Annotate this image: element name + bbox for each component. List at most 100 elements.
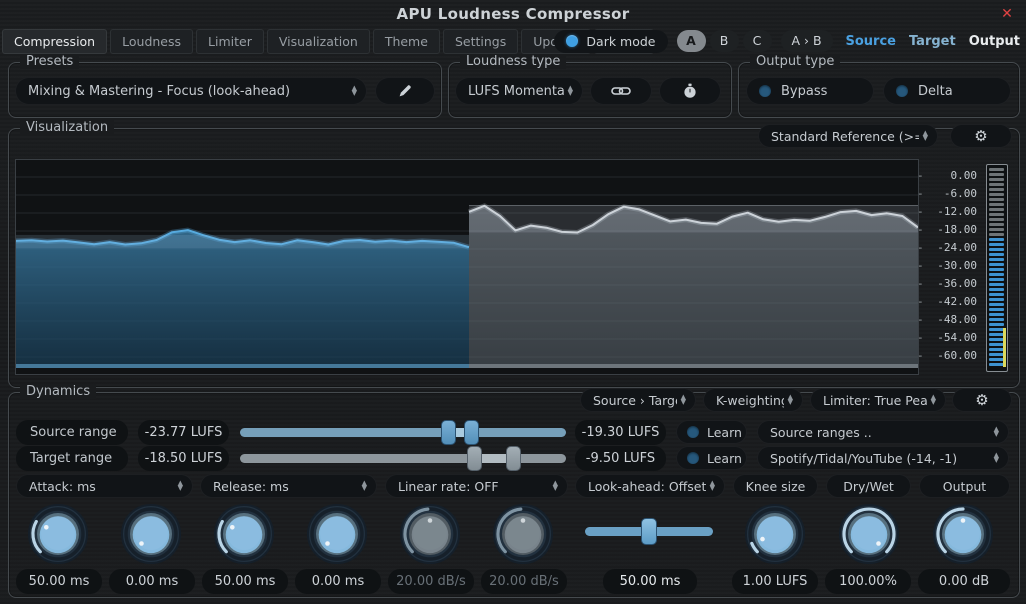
source-range-value[interactable]: -23.77 LUFS xyxy=(138,420,229,445)
stepper-down-icon[interactable]: ▼ xyxy=(994,458,999,463)
knob-value-2[interactable]: 50.00 ms xyxy=(202,569,288,594)
param-label: Dry/Wet xyxy=(827,479,910,494)
knob-value-8[interactable]: 0.00 dB xyxy=(918,569,1010,594)
dark-mode-toggle[interactable]: Dark mode xyxy=(554,30,667,53)
param-knee-size[interactable]: Knee size xyxy=(733,474,818,498)
stepper-down-icon[interactable]: ▼ xyxy=(568,91,573,96)
tab-theme[interactable]: Theme xyxy=(373,29,440,54)
knob-value-3[interactable]: 0.00 ms xyxy=(295,569,381,594)
knob-6[interactable] xyxy=(744,503,806,565)
knob-value-6[interactable]: 1.00 LUFS xyxy=(732,569,818,594)
stepper-icon[interactable]: ▲▼ xyxy=(927,395,945,405)
stepper-down-icon[interactable]: ▼ xyxy=(994,432,999,437)
stepper-icon[interactable]: ▲▼ xyxy=(564,86,582,96)
knob-3[interactable] xyxy=(306,503,368,565)
knob-4[interactable] xyxy=(399,503,461,565)
snapshot-a-button[interactable]: A xyxy=(677,30,706,52)
limiter-select[interactable]: Limiter: True Peak ▲▼ xyxy=(810,388,946,412)
link-button[interactable] xyxy=(590,77,652,105)
compress-mode-select[interactable]: Source › Target ▲▼ xyxy=(580,388,696,412)
knob-value-7[interactable]: 100.00% xyxy=(825,569,911,594)
slider-handle-1[interactable] xyxy=(467,446,482,471)
target-range-value[interactable]: -18.50 LUFS xyxy=(138,446,229,471)
stepper-icon[interactable]: ▲▼ xyxy=(706,481,724,491)
knob-7[interactable] xyxy=(838,503,900,565)
edit-preset-button[interactable] xyxy=(375,77,435,105)
snapshot-c-button[interactable]: C xyxy=(743,30,772,52)
weighting-select[interactable]: K-weighting ▲▼ xyxy=(703,388,803,412)
stepper-icon[interactable]: ▲▼ xyxy=(348,86,366,96)
streaming-preset-select[interactable]: Spotify/Tidal/YouTube (-14, -1) ▲▼ xyxy=(757,446,1009,470)
param-output[interactable]: Output xyxy=(919,474,1010,498)
source-range-slider[interactable] xyxy=(240,428,566,437)
monitor-output[interactable]: Output xyxy=(969,34,1020,49)
tab-settings[interactable]: Settings xyxy=(443,29,518,54)
source-learn-button[interactable]: Learn xyxy=(676,420,747,444)
target-current-value[interactable]: -9.50 LUFS xyxy=(575,446,666,471)
delta-toggle[interactable]: Delta xyxy=(883,77,1011,105)
knob-value-1[interactable]: 0.00 ms xyxy=(109,569,195,594)
timer-button[interactable] xyxy=(659,77,721,105)
knob-value-0[interactable]: 50.00 ms xyxy=(16,569,102,594)
lookahead-slider[interactable] xyxy=(585,527,713,536)
knob-8[interactable] xyxy=(932,503,994,565)
scale-tick-row: --6.00 xyxy=(917,187,979,201)
lookahead-value[interactable]: 50.00 ms xyxy=(603,569,697,594)
knob-2[interactable] xyxy=(213,503,275,565)
param-look-ahead-offset[interactable]: Look-ahead: Offset▲▼ xyxy=(575,474,725,498)
learn-radio-icon[interactable] xyxy=(687,426,699,438)
stepper-icon[interactable]: ▲▼ xyxy=(677,395,695,405)
stepper-icon[interactable]: ▲▼ xyxy=(919,131,937,141)
knob-1[interactable] xyxy=(120,503,182,565)
reference-select[interactable]: Standard Reference (>= -60) ▲▼ xyxy=(758,124,938,148)
slider-handle-1[interactable] xyxy=(441,420,456,445)
learn-radio-icon[interactable] xyxy=(687,452,699,464)
param-attack-ms[interactable]: Attack: ms▲▼ xyxy=(16,474,193,498)
dynamics-settings-button[interactable]: ⚙ xyxy=(952,388,1012,412)
close-icon[interactable]: ✕ xyxy=(998,5,1016,23)
stepper-icon[interactable]: ▲▼ xyxy=(990,427,1008,437)
preset-select[interactable]: Mixing & Mastering - Focus (look-ahead) … xyxy=(15,77,367,105)
stepper-icon[interactable]: ▲▼ xyxy=(784,395,802,405)
stepper-down-icon[interactable]: ▼ xyxy=(923,136,928,141)
slider-handle-2[interactable] xyxy=(506,446,521,471)
stepper-icon[interactable]: ▲▼ xyxy=(358,481,376,491)
delta-radio-icon[interactable] xyxy=(896,85,908,97)
source-current-value[interactable]: -19.30 LUFS xyxy=(575,420,666,445)
loudness-type-select[interactable]: LUFS Momentary ▲▼ xyxy=(455,77,583,105)
meter-segment xyxy=(989,193,1004,196)
knob-5[interactable] xyxy=(492,503,554,565)
param-release-ms[interactable]: Release: ms▲▼ xyxy=(200,474,377,498)
snapshot-b-button[interactable]: B xyxy=(710,30,739,52)
param-linear-rate-off[interactable]: Linear rate: OFF▲▼ xyxy=(385,474,568,498)
stepper-down-icon[interactable]: ▼ xyxy=(788,400,793,405)
tab-limiter[interactable]: Limiter xyxy=(196,29,264,54)
target-range-slider[interactable] xyxy=(240,454,566,463)
meter-segment xyxy=(989,353,1004,356)
param-dry-wet[interactable]: Dry/Wet xyxy=(826,474,911,498)
param-label: Attack: ms xyxy=(17,479,174,494)
source-ranges-select[interactable]: Source ranges .. ▲▼ xyxy=(757,420,1009,444)
monitor-target[interactable]: Target xyxy=(909,34,956,49)
bypass-toggle[interactable]: Bypass xyxy=(746,77,874,105)
slider-handle-2[interactable] xyxy=(464,420,479,445)
stepper-icon[interactable]: ▲▼ xyxy=(174,481,192,491)
stepper-down-icon[interactable]: ▼ xyxy=(681,400,686,405)
knob-0[interactable] xyxy=(27,503,89,565)
stepper-icon[interactable]: ▲▼ xyxy=(990,453,1008,463)
lookahead-handle[interactable] xyxy=(641,518,657,545)
bypass-radio-icon[interactable] xyxy=(759,85,771,97)
knob-value-4[interactable]: 20.00 dB/s xyxy=(388,569,474,594)
stepper-icon[interactable]: ▲▼ xyxy=(549,481,567,491)
target-learn-button[interactable]: Learn xyxy=(676,446,747,470)
dark-mode-radio-icon[interactable] xyxy=(566,35,578,47)
stepper-down-icon[interactable]: ▼ xyxy=(931,400,936,405)
monitor-source[interactable]: Source xyxy=(846,34,896,49)
tab-visualization[interactable]: Visualization xyxy=(267,29,370,54)
knob-value-5[interactable]: 20.00 dB/s xyxy=(481,569,567,594)
tab-loudness[interactable]: Loudness xyxy=(110,29,193,54)
stepper-down-icon[interactable]: ▼ xyxy=(352,91,357,96)
tab-compression[interactable]: Compression xyxy=(2,29,107,54)
visualization-settings-button[interactable]: ⚙ xyxy=(950,124,1012,148)
copy-a-to-b-button[interactable]: A › B xyxy=(781,30,833,52)
